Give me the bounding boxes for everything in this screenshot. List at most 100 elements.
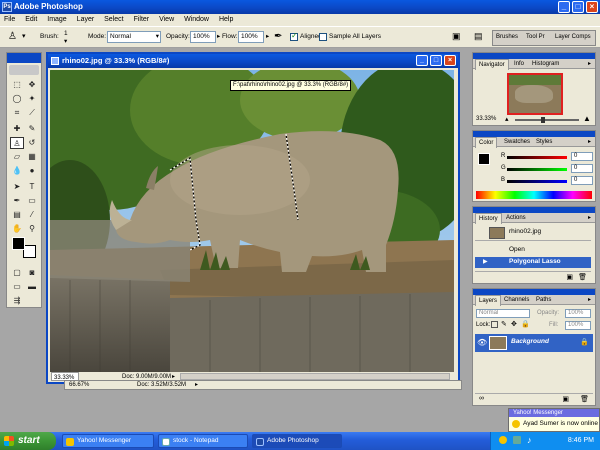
history-item-selected[interactable]: ▶ Polygonal Lasso: [475, 257, 591, 268]
pen-tool-icon[interactable]: ✒: [10, 195, 24, 207]
menu-window[interactable]: Window: [184, 16, 209, 23]
foreground-color-swatch[interactable]: [12, 237, 25, 250]
history-brush-tool-icon[interactable]: ↺: [25, 137, 39, 149]
menu-view[interactable]: View: [159, 16, 174, 23]
well-tab-tool-presets[interactable]: Tool Pr: [526, 34, 545, 40]
tab-history[interactable]: History: [475, 213, 502, 224]
doc-minimize-button[interactable]: _: [416, 55, 428, 66]
flow-field[interactable]: 100%: [238, 31, 264, 43]
eyedropper-tool-icon[interactable]: ⁄: [25, 209, 39, 221]
shape-tool-icon[interactable]: ▭: [25, 195, 39, 207]
slice-tool-icon[interactable]: ⟋: [25, 107, 39, 119]
screen-mode-icon[interactable]: ▭: [10, 281, 24, 293]
tab-actions[interactable]: Actions: [503, 213, 529, 223]
new-snapshot-icon[interactable]: ▣: [566, 273, 573, 281]
eye-icon[interactable]: 👁: [477, 338, 487, 347]
flow-chevron-down-icon[interactable]: ▸: [266, 32, 269, 40]
well-tab-layer-comps[interactable]: Layer Comps: [555, 34, 591, 40]
tab-channels[interactable]: Channels: [501, 295, 532, 305]
tab-color[interactable]: Color: [475, 137, 498, 148]
channel-g-slider[interactable]: [507, 168, 567, 171]
layer-row-background[interactable]: 👁 Background 🔒: [475, 334, 593, 352]
menu-edit[interactable]: Edit: [25, 16, 37, 23]
clone-stamp-tool-icon[interactable]: ♙: [8, 31, 17, 42]
menu-file[interactable]: File: [4, 16, 15, 23]
hand-tool-icon[interactable]: ✋: [10, 223, 24, 235]
crop-tool-icon[interactable]: ⌗: [10, 107, 24, 119]
airbrush-icon[interactable]: ✒: [274, 31, 282, 42]
yahoo-tray-icon[interactable]: [499, 436, 507, 444]
clock[interactable]: 8:46 PM: [568, 432, 594, 450]
channel-r-field[interactable]: 0: [571, 152, 593, 161]
eraser-tool-icon[interactable]: ▱: [10, 151, 24, 163]
doc-maximize-button[interactable]: □: [430, 55, 442, 66]
path-selection-tool-icon[interactable]: ➤: [10, 181, 24, 193]
marquee-tool-icon[interactable]: ⬚: [10, 79, 24, 91]
doc-close-button[interactable]: ×: [444, 55, 456, 66]
lock-move-icon[interactable]: ✥: [511, 320, 517, 328]
tab-swatches[interactable]: Swatches: [501, 137, 533, 147]
tab-navigator[interactable]: Navigator: [475, 59, 509, 70]
mode-select[interactable]: Normal ▾: [107, 31, 161, 43]
start-button[interactable]: start: [0, 432, 56, 450]
lock-all-icon[interactable]: 🔒: [521, 320, 530, 328]
notes-tool-icon[interactable]: ▤: [10, 209, 24, 221]
link-icon[interactable]: ∞: [479, 395, 484, 402]
menu-image[interactable]: Image: [47, 16, 66, 23]
move-tool-icon[interactable]: ✥: [25, 79, 39, 91]
panel-menu-icon[interactable]: ▸: [585, 295, 594, 305]
layer-opacity-field[interactable]: 100%: [565, 309, 591, 318]
maximize-button[interactable]: □: [572, 1, 584, 13]
task-yahoo-messenger[interactable]: Yahoo! Messenger: [62, 434, 154, 448]
panel-menu-icon[interactable]: ▸: [585, 59, 594, 69]
zoom-slider-thumb[interactable]: [541, 117, 545, 123]
image-canvas[interactable]: F:\pat\rhino\rhino02.jpg @ 33.3% (RGB/8#…: [50, 70, 454, 372]
zoom-out-icon[interactable]: ▴: [505, 116, 509, 123]
zoom-in-icon[interactable]: ▲: [583, 115, 591, 123]
color-ramp[interactable]: [476, 191, 592, 199]
horizontal-scrollbar[interactable]: [180, 373, 450, 380]
tab-info[interactable]: Info: [511, 59, 527, 69]
zoom-tool-icon[interactable]: ⚲: [25, 223, 39, 235]
tab-paths[interactable]: Paths: [533, 295, 554, 305]
standard-mode-icon[interactable]: ▢: [10, 267, 24, 279]
jump-to-imageready-icon[interactable]: ⇶: [10, 295, 24, 307]
history-item[interactable]: Open: [475, 245, 591, 256]
healing-brush-tool-icon[interactable]: ✚: [10, 123, 24, 135]
brush-tool-icon[interactable]: ✎: [25, 123, 39, 135]
tab-styles[interactable]: Styles: [533, 137, 555, 147]
panel-menu-icon[interactable]: ▸: [585, 137, 594, 147]
navigator-zoom[interactable]: 33.33%: [476, 116, 496, 122]
menu-layer[interactable]: Layer: [77, 16, 95, 23]
type-tool-icon[interactable]: T: [25, 181, 39, 193]
menu-select[interactable]: Select: [104, 16, 123, 23]
quick-mask-mode-icon[interactable]: ◙: [25, 267, 39, 279]
opacity-chevron-down-icon[interactable]: ▸: [217, 32, 220, 40]
delete-layer-icon[interactable]: 🗑: [580, 395, 589, 403]
tool-feather-logo[interactable]: [9, 65, 39, 75]
fill-field[interactable]: 100%: [565, 321, 591, 330]
toolbox-grip[interactable]: [7, 53, 41, 63]
new-layer-icon[interactable]: ▣: [562, 395, 569, 403]
menu-help[interactable]: Help: [219, 16, 233, 23]
blur-tool-icon[interactable]: 💧: [10, 165, 24, 177]
full-screen-mode-icon[interactable]: ▬: [25, 281, 39, 293]
tool-preset-chevron-down-icon[interactable]: ▾: [22, 32, 26, 40]
minimize-button[interactable]: _: [558, 1, 570, 13]
history-snapshot[interactable]: rhino02.jpg: [475, 225, 591, 241]
sample-all-layers-checkbox[interactable]: [319, 33, 327, 41]
lock-transparent-icon[interactable]: [491, 321, 498, 328]
close-button[interactable]: ×: [586, 1, 598, 13]
dodge-tool-icon[interactable]: ●: [25, 165, 39, 177]
tab-layers[interactable]: Layers: [475, 295, 502, 306]
palette-well-icon[interactable]: ▤: [474, 31, 483, 42]
task-notepad[interactable]: stock - Notepad: [158, 434, 248, 448]
channel-r-slider[interactable]: [507, 156, 567, 159]
file-browser-icon[interactable]: ▣: [452, 31, 461, 42]
messenger-notification[interactable]: Yahoo! Messenger Ayad Sumer is now onlin…: [508, 408, 600, 432]
document-title-bar[interactable]: rhino02.jpg @ 33.3% (RGB/8#) _ □ ×: [48, 54, 458, 68]
brush-size[interactable]: 1: [64, 30, 68, 37]
doc2-status-menu-chevron-icon[interactable]: ▸: [195, 381, 198, 390]
lasso-tool-icon[interactable]: ◯: [10, 93, 24, 105]
delete-icon[interactable]: 🗑: [578, 273, 587, 281]
